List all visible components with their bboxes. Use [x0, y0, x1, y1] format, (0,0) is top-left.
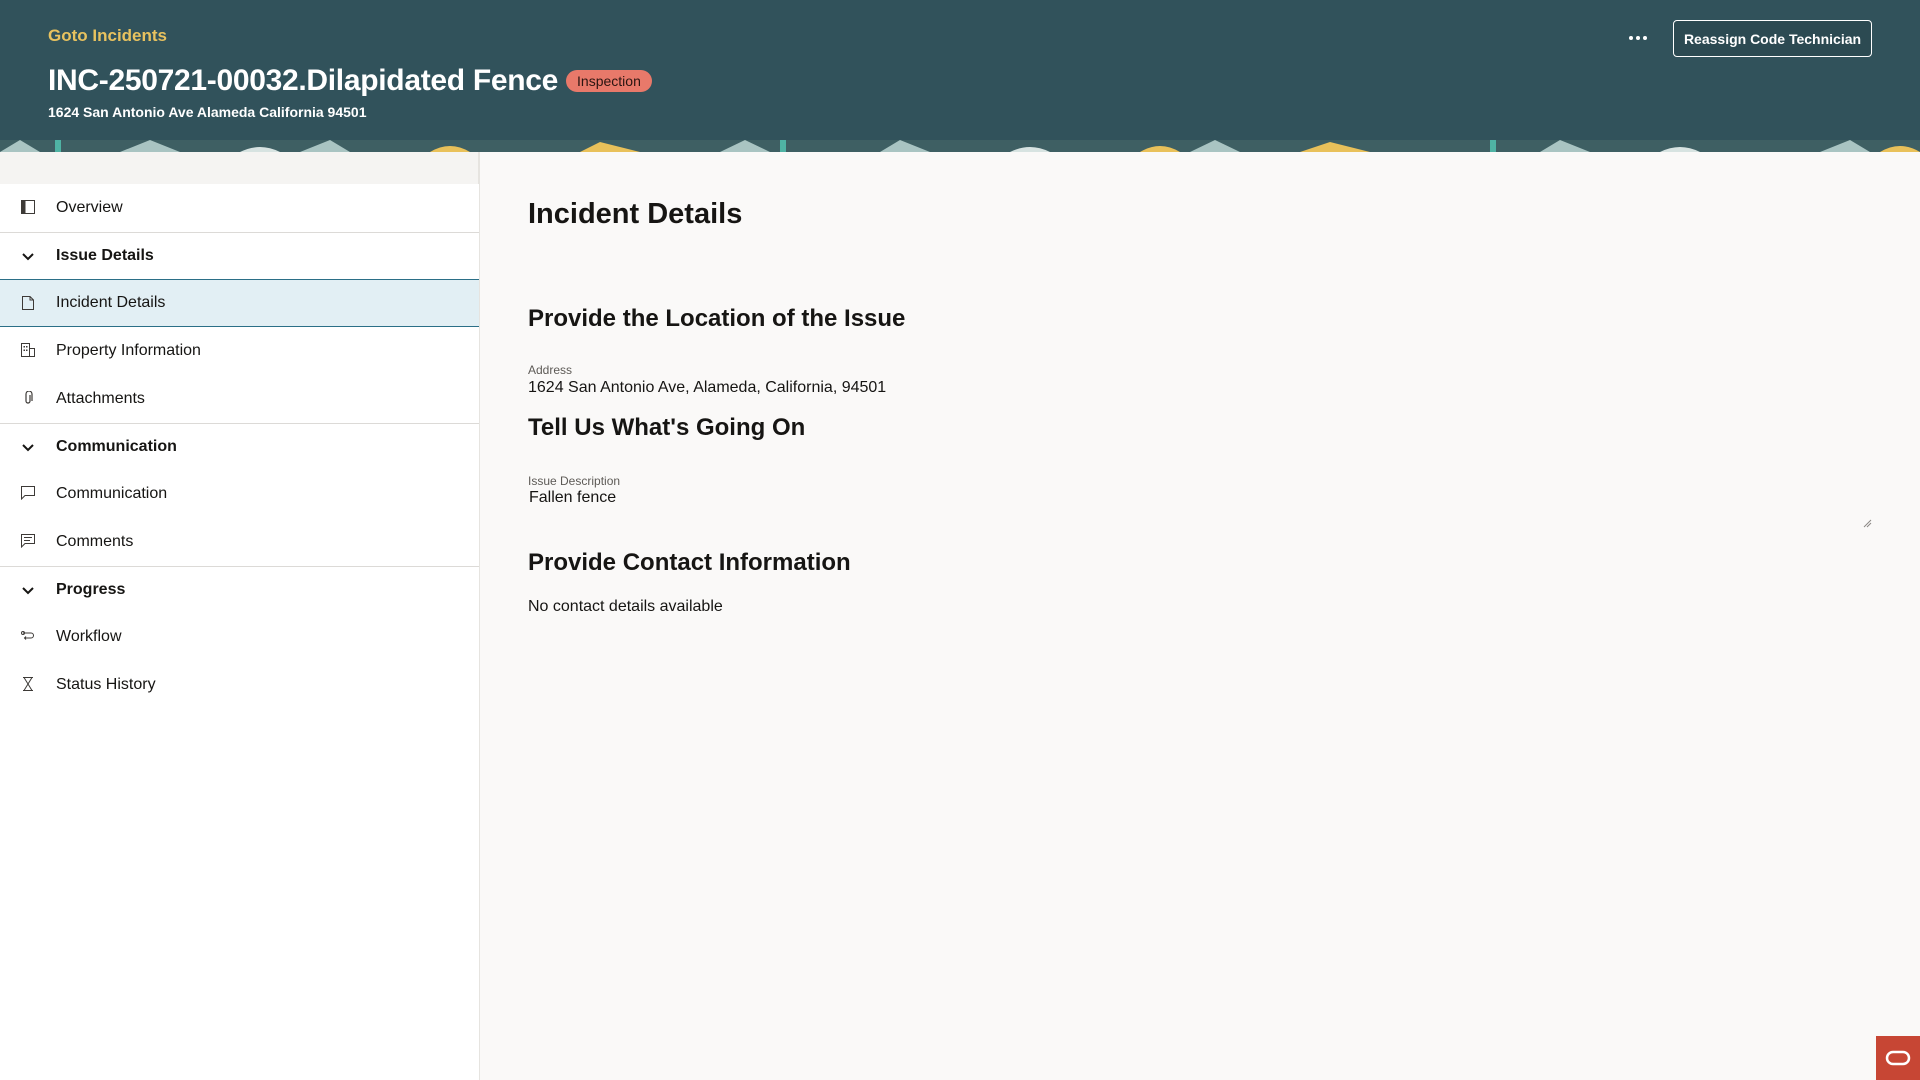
panel-icon: [20, 199, 36, 215]
oracle-assistant-button[interactable]: [1876, 1036, 1920, 1080]
sidebar-group-label: Progress: [56, 581, 126, 598]
location-section-heading: Provide the Location of the Issue: [528, 305, 906, 332]
chat-icon: [20, 485, 36, 501]
sidebar-item-label: Incident Details: [56, 294, 166, 311]
page-header: Goto Incidents INC-250721-00032.Dilapida…: [0, 0, 1920, 152]
issue-description-value: Fallen fence: [529, 489, 617, 506]
sidebar-item-status-history[interactable]: Status History: [0, 661, 479, 709]
paperclip-icon: [20, 390, 36, 406]
sidebar-item-label: Property Information: [56, 342, 201, 359]
building-icon: [20, 342, 36, 358]
incident-address-subtitle: 1624 San Antonio Ave Alameda California …: [48, 104, 367, 120]
title-row: INC-250721-00032.Dilapidated Fence Inspe…: [48, 64, 652, 98]
sidebar-item-incident-details[interactable]: Incident Details: [0, 279, 479, 327]
document-icon: [20, 295, 36, 311]
goto-incidents-link[interactable]: Goto Incidents: [48, 26, 167, 46]
issue-section-heading: Tell Us What's Going On: [528, 414, 806, 441]
address-label: Address: [528, 363, 573, 377]
oracle-logo-icon: [1885, 1050, 1911, 1066]
sidebar-group-progress[interactable]: Progress: [0, 566, 479, 613]
sidebar-item-attachments[interactable]: Attachments: [0, 375, 479, 423]
issue-description-field[interactable]: Fallen fence: [528, 472, 1872, 528]
more-horizontal-icon: [1629, 36, 1633, 40]
sidebar-item-label: Status History: [56, 676, 156, 693]
chevron-down-icon: [22, 444, 34, 452]
sidebar-item-label: Comments: [56, 533, 134, 550]
sidebar-item-label: Workflow: [56, 628, 122, 645]
main-content: Incident Details Provide the Location of…: [480, 152, 1920, 1080]
sidebar-item-property-information[interactable]: Property Information: [0, 327, 479, 375]
sidebar-group-label: Issue Details: [56, 247, 154, 264]
comments-icon: [20, 533, 36, 549]
chevron-down-icon: [22, 587, 34, 595]
status-badge: Inspection: [566, 70, 652, 92]
page-title: Incident Details: [528, 198, 743, 230]
sidebar-item-communication[interactable]: Communication: [0, 470, 479, 518]
sidebar-group-issue-details[interactable]: Issue Details: [0, 232, 479, 279]
resize-handle-icon[interactable]: [1862, 518, 1872, 528]
incident-title: INC-250721-00032.Dilapidated Fence: [48, 64, 559, 97]
sidebar-item-workflow[interactable]: Workflow: [0, 613, 479, 661]
sidebar-item-comments[interactable]: Comments: [0, 518, 479, 566]
sidebar-navigation: Overview Issue Details Incident Details …: [0, 152, 480, 1080]
sidebar-group-communication[interactable]: Communication: [0, 423, 479, 470]
contact-section-heading: Provide Contact Information: [528, 549, 851, 576]
sidebar-item-label: Overview: [56, 199, 123, 216]
address-value: 1624 San Antonio Ave, Alameda, Californi…: [528, 379, 887, 396]
chevron-down-icon: [22, 253, 34, 261]
more-options-button[interactable]: [1620, 22, 1656, 54]
sidebar-group-label: Communication: [56, 438, 177, 455]
contact-details-text: No contact details available: [528, 598, 723, 615]
sidebar-item-label: Communication: [56, 485, 168, 502]
sidebar-item-overview[interactable]: Overview: [0, 184, 479, 232]
hourglass-icon: [20, 676, 36, 692]
decorative-banner: [0, 140, 1920, 152]
workflow-icon: [20, 628, 36, 644]
reassign-code-technician-button[interactable]: Reassign Code Technician: [1673, 20, 1872, 57]
sidebar-item-label: Attachments: [56, 390, 145, 407]
